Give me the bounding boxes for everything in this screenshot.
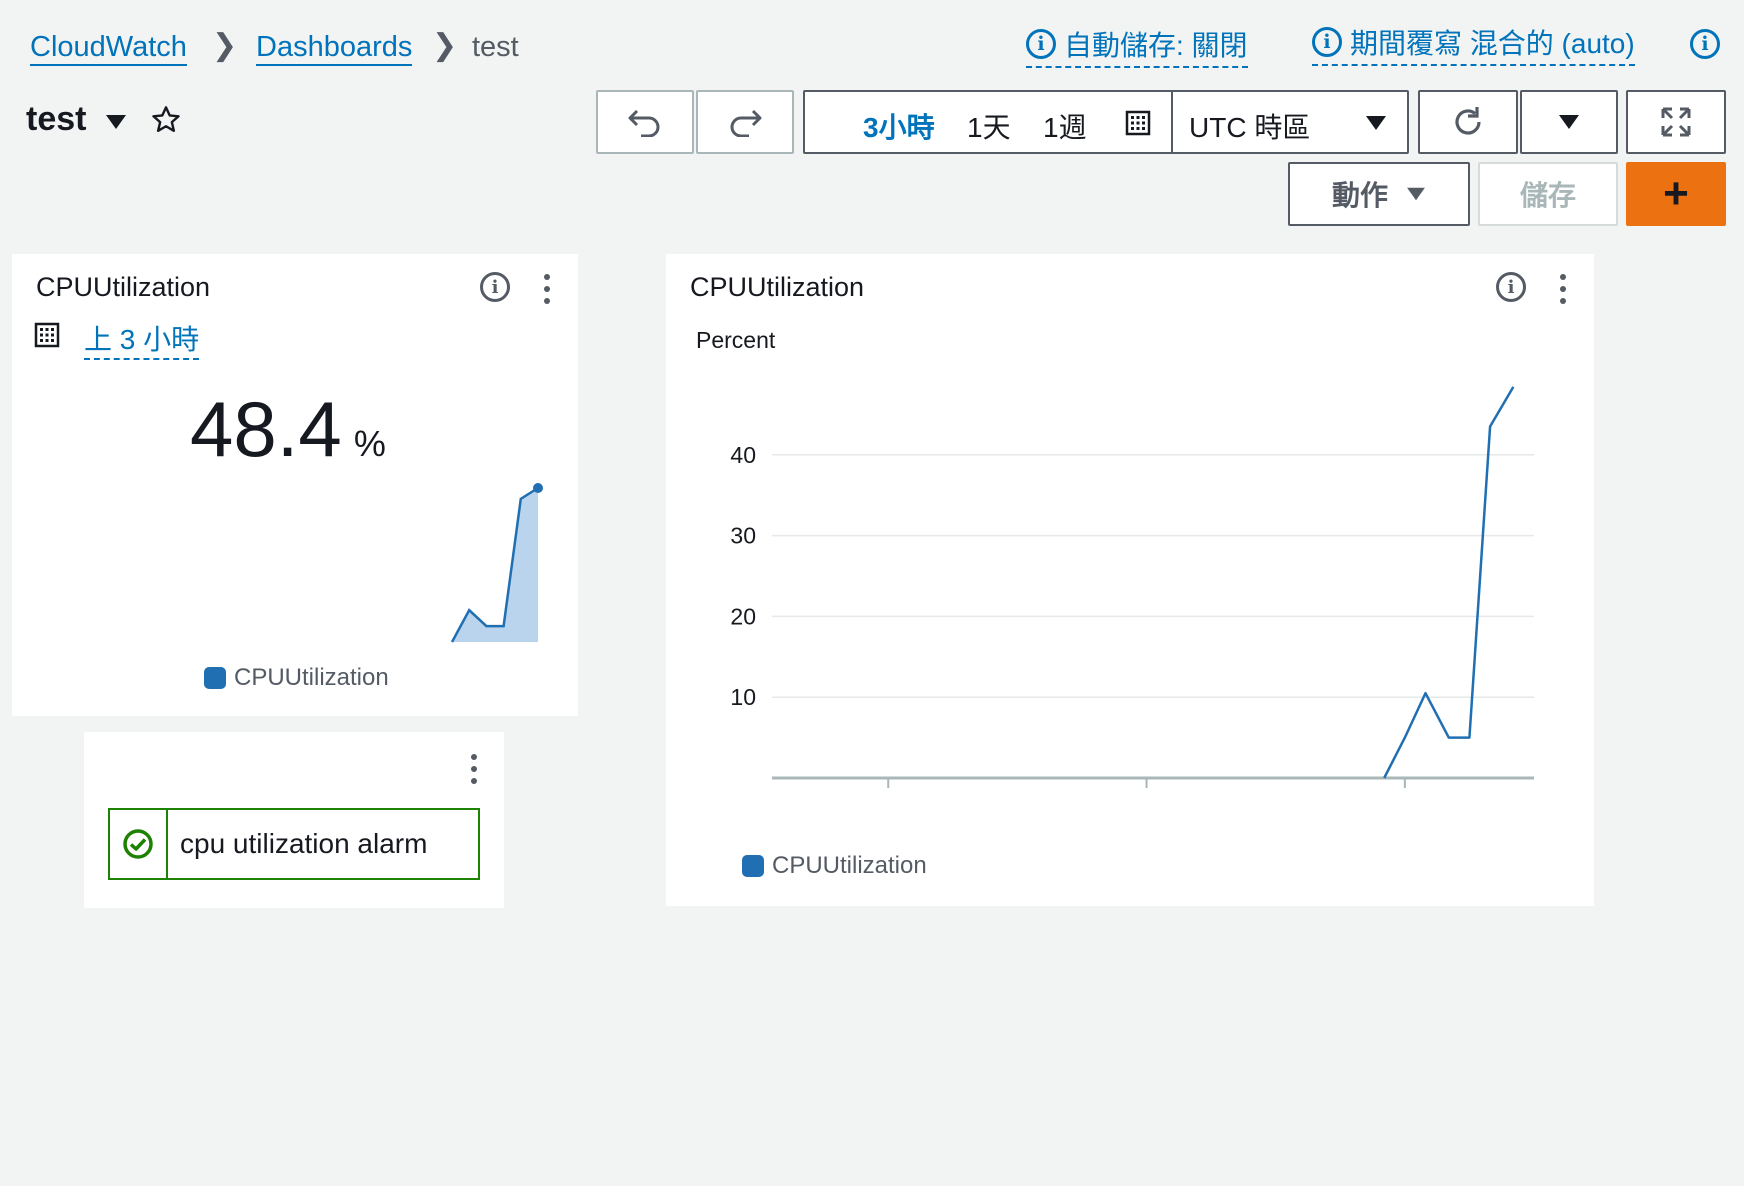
series-line-cpuutilization[interactable] — [1383, 386, 1515, 779]
breadcrumb-current: test — [472, 31, 519, 63]
chart-legend[interactable]: CPUUtilization — [742, 852, 927, 880]
period-override-label: 期間覆寫 混合的 (auto) — [1350, 28, 1635, 59]
favorite-star-icon[interactable] — [150, 104, 182, 136]
timezone-select[interactable]: UTC 時區 — [1189, 106, 1310, 146]
metric-unit: % — [353, 423, 386, 464]
y-tick-label: 40 — [730, 442, 756, 468]
caret-down-icon — [1407, 187, 1425, 201]
chevron-right-icon: ❯ — [212, 29, 238, 62]
time-range-3h[interactable]: 3小時 — [863, 106, 935, 146]
sparkline-chart — [450, 483, 543, 643]
line-chart-widget: CPUUtilization i Percent 10 20 30 40 07:00 08:… — [666, 254, 1594, 906]
caret-down-icon — [1559, 115, 1579, 129]
alarm-widget: cpu utilization alarm — [84, 732, 504, 908]
info-icon: i — [1026, 29, 1056, 59]
widget-title: CPUUtilization — [690, 272, 865, 302]
widget-title: CPUUtilization — [36, 272, 211, 302]
save-label: 儲存 — [1519, 180, 1576, 211]
sparkline-last-point — [533, 483, 543, 493]
legend-swatch — [204, 667, 226, 689]
widget-menu-icon[interactable] — [1559, 274, 1567, 304]
alarm-state-cell — [110, 810, 168, 878]
legend-label: CPUUtilization — [234, 664, 389, 691]
time-range-1w[interactable]: 1週 — [1043, 106, 1087, 146]
y-tick-label: 20 — [730, 603, 756, 629]
period-override-toggle[interactable]: i 期間覆寫 混合的 (auto) — [1312, 22, 1635, 66]
chevron-right-icon: ❯ — [432, 29, 458, 62]
dashboard-title: test — [26, 100, 87, 138]
widget-menu-icon[interactable] — [470, 754, 478, 784]
breadcrumb-dashboards[interactable]: Dashboards — [256, 30, 413, 66]
refresh-button[interactable] — [1418, 90, 1518, 154]
undo-icon — [628, 109, 660, 137]
y-axis-label: Percent — [696, 327, 776, 353]
x-tick-label: 09:00 — [1376, 799, 1434, 804]
metric-number: 48.4 — [190, 385, 342, 473]
info-icon[interactable]: i — [480, 272, 510, 302]
breadcrumb-cloudwatch[interactable]: CloudWatch — [30, 30, 187, 66]
actions-button[interactable]: 動作 — [1288, 162, 1470, 226]
actions-label: 動作 — [1331, 180, 1388, 211]
period-link[interactable]: 上 3 小時 — [84, 318, 200, 360]
number-widget: CPUUtilization i 上 3 小時 48.4 % CPUUtiliz… — [12, 254, 578, 716]
chart-legend[interactable]: CPUUtilization — [204, 664, 389, 692]
alarm-status-item[interactable]: cpu utilization alarm — [108, 808, 480, 880]
info-icon: i — [1312, 27, 1342, 57]
autosave-label: 自動儲存: 關閉 — [1064, 30, 1248, 61]
time-range-selector: 3小時 1天 1週 UTC 時區 — [803, 90, 1409, 154]
fullscreen-button[interactable] — [1626, 90, 1726, 154]
x-tick-label: 07:00 — [859, 799, 917, 804]
time-range-1d[interactable]: 1天 — [967, 106, 1011, 146]
save-button[interactable]: 儲存 — [1478, 162, 1618, 226]
legend-label: CPUUtilization — [772, 852, 927, 879]
title-dropdown-icon[interactable] — [104, 112, 128, 132]
fullscreen-icon — [1661, 107, 1691, 137]
calendar-icon — [34, 322, 60, 348]
check-circle-icon — [123, 829, 153, 859]
refresh-options-button[interactable] — [1520, 90, 1618, 154]
help-info-icon[interactable]: i — [1690, 29, 1720, 59]
segment-divider — [1171, 92, 1173, 152]
timezone-dropdown-icon[interactable] — [1365, 114, 1387, 132]
y-tick-label: 30 — [730, 523, 756, 549]
x-tick-label: 08:00 — [1118, 799, 1176, 804]
metric-value: 48.4 % — [190, 384, 386, 475]
redo-icon — [730, 109, 762, 137]
y-tick-label: 10 — [730, 684, 756, 710]
info-icon[interactable]: i — [1496, 272, 1526, 302]
autosave-toggle[interactable]: i 自動儲存: 關閉 — [1026, 24, 1248, 68]
line-chart: Percent 10 20 30 40 07:00 08:00 09:00 — [696, 327, 1534, 804]
undo-button[interactable] — [596, 90, 694, 154]
plus-icon: + — [1663, 169, 1689, 218]
calendar-icon[interactable] — [1125, 110, 1151, 136]
refresh-icon — [1455, 107, 1481, 135]
redo-button[interactable] — [696, 90, 794, 154]
legend-swatch — [742, 855, 764, 877]
add-widget-button[interactable]: + — [1626, 162, 1726, 226]
alarm-label: cpu utilization alarm — [180, 828, 428, 859]
widget-menu-icon[interactable] — [543, 274, 551, 304]
